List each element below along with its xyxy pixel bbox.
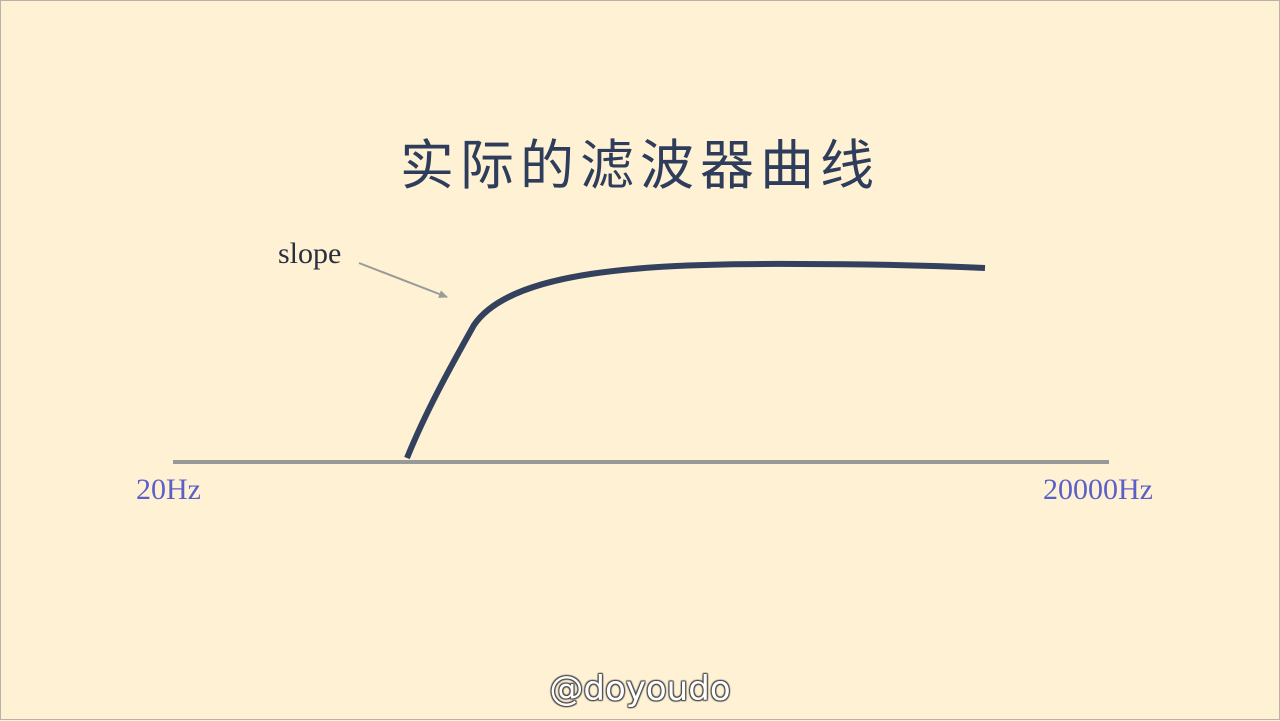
watermark: @doyoudo [549, 669, 731, 709]
filter-response-curve [404, 260, 986, 460]
axis-label-min-frequency: 20Hz [136, 473, 201, 506]
filter-curve-diagram [173, 260, 1109, 464]
slide: 实际的滤波器曲线 slope 20Hz 20000Hz @doyoudo [0, 0, 1280, 720]
slope-arrow [358, 262, 448, 298]
slope-annotation: slope [278, 237, 342, 270]
axis-label-max-frequency: 20000Hz [1043, 473, 1153, 506]
